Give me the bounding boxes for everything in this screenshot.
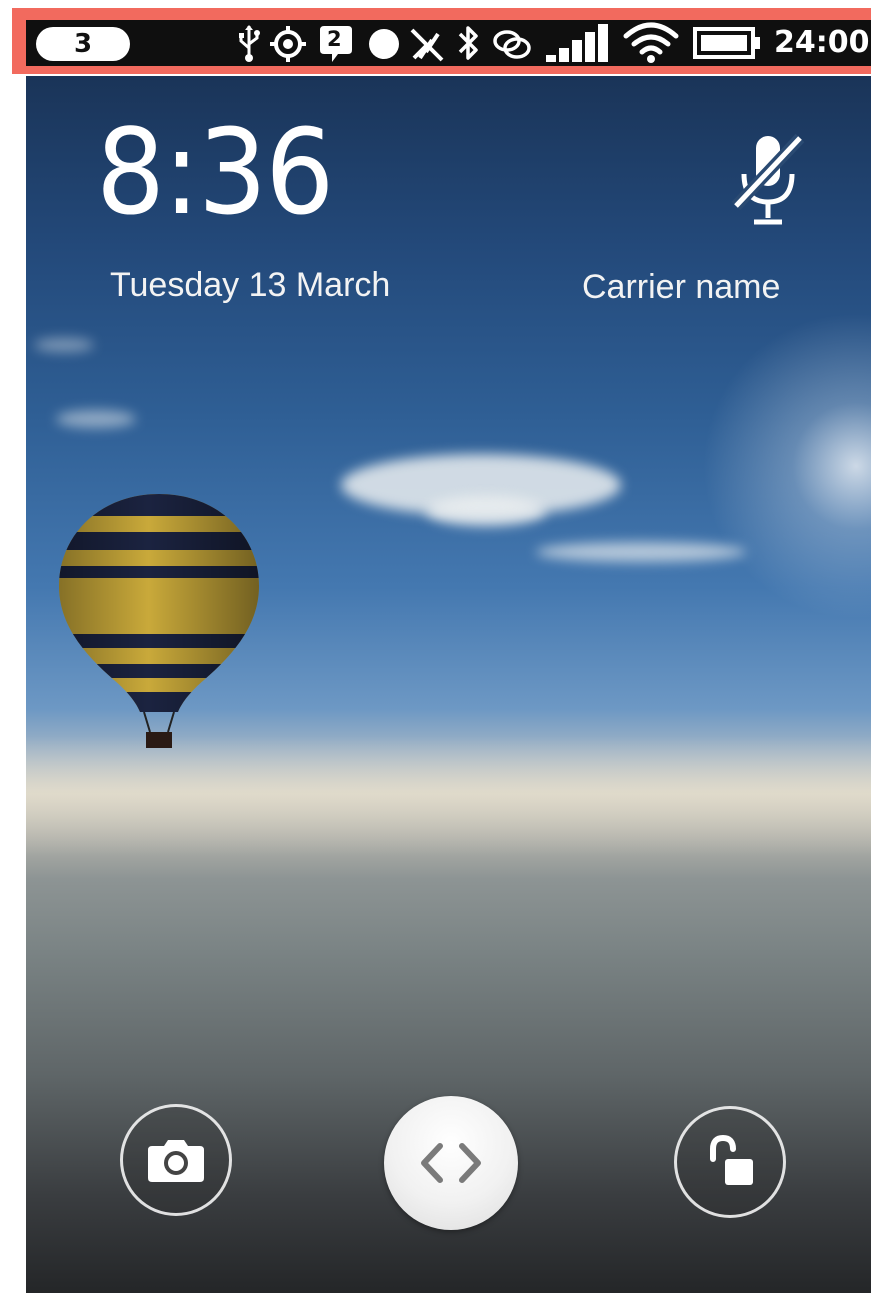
sun-glow	[676, 286, 871, 646]
message-count: 2	[327, 27, 342, 51]
camera-icon	[148, 1140, 204, 1182]
mic-muted-icon	[731, 133, 805, 225]
carrier-name: Carrier name	[582, 268, 781, 306]
cloud	[426, 496, 546, 526]
location-icon	[270, 26, 306, 62]
status-bar-time: 24:00	[774, 25, 870, 60]
no-sim-icon	[410, 28, 444, 62]
signal-icon	[546, 24, 608, 62]
bluetooth-icon	[458, 26, 478, 60]
lockscreen[interactable]: 8:36 Tuesday 13 March Carrier name	[26, 76, 871, 1293]
cloud	[536, 542, 746, 562]
unlock-icon	[710, 1135, 753, 1185]
battery-icon	[693, 27, 760, 59]
lockscreen-clock: 8:36	[96, 103, 334, 241]
unlock-button[interactable]	[674, 1106, 786, 1218]
sync-icon	[493, 30, 531, 59]
lockscreen-date: Tuesday 13 March	[110, 266, 391, 304]
wifi-icon	[623, 22, 679, 63]
unlock-handle[interactable]	[384, 1096, 518, 1230]
horizon-haze	[26, 736, 871, 856]
cloud	[56, 410, 136, 428]
notification-count-badge[interactable]: 3	[36, 27, 130, 61]
record-icon	[369, 29, 399, 59]
chevron-left-right-icon	[421, 1143, 481, 1183]
camera-button[interactable]	[120, 1104, 232, 1216]
cloud	[34, 338, 94, 352]
hot-air-balloon	[59, 494, 259, 748]
usb-icon	[239, 25, 260, 62]
